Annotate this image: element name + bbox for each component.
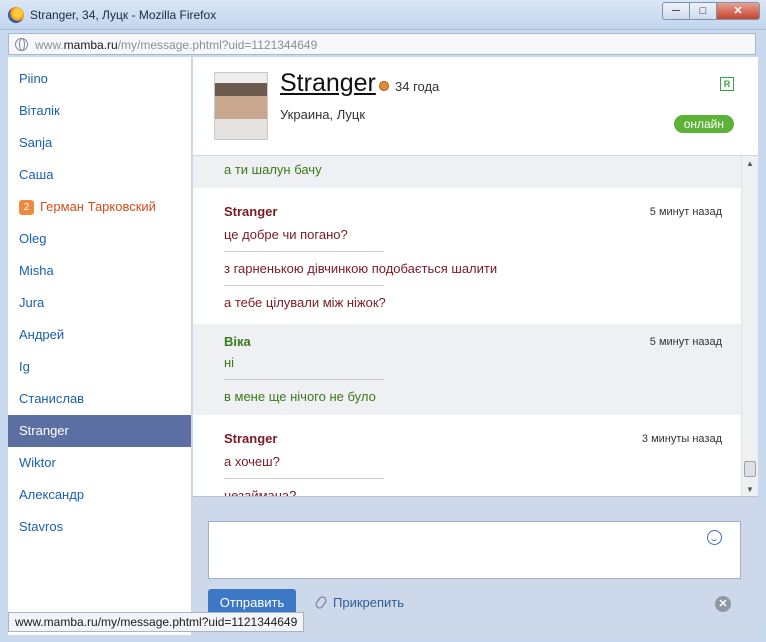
firefox-icon: [8, 7, 24, 23]
close-window-button[interactable]: ✕: [716, 2, 760, 20]
message-text: а хочеш?: [224, 445, 384, 479]
message-list[interactable]: а ти шалун бачу Stranger 5 минут назад ц…: [193, 155, 758, 497]
contact-label: Андрей: [19, 327, 65, 342]
message-scrollbar[interactable]: ▲ ▼: [741, 156, 758, 496]
message-text: ні: [224, 346, 384, 380]
status-badge: онлайн: [673, 115, 734, 133]
contact-item[interactable]: Oleg: [8, 223, 191, 255]
unread-badge: 2: [19, 200, 34, 215]
contact-item[interactable]: Wiktor: [8, 447, 191, 479]
message-time: 5 минут назад: [649, 206, 722, 218]
contact-item[interactable]: Андрей: [8, 319, 191, 351]
contact-label: Jura: [19, 295, 45, 310]
contact-item[interactable]: Віталік: [8, 95, 191, 127]
attach-label: Прикрепить: [333, 595, 405, 610]
url-prefix: www.: [35, 38, 64, 52]
contact-item[interactable]: Александр: [8, 479, 191, 511]
avatar[interactable]: [214, 72, 268, 140]
contact-label: Oleg: [19, 231, 47, 246]
scroll-down-arrow-icon[interactable]: ▼: [742, 482, 758, 496]
contact-label: Stranger: [19, 423, 69, 438]
message-block: Віка 5 минут назад ні в мене ще нічого н…: [193, 324, 758, 415]
profile-name-link[interactable]: Stranger: [280, 69, 376, 98]
contact-item[interactable]: Sanja: [8, 127, 191, 159]
url-text[interactable]: www.mamba.ru/my/message.phtml?uid=112134…: [35, 38, 317, 52]
contact-label: Александр: [19, 487, 85, 502]
contact-label: Саша: [19, 167, 54, 182]
contacts-sidebar: Piino Віталік Sanja Саша 2 Герман Тарковс…: [8, 57, 192, 635]
message-text: а ти шалун бачу: [224, 162, 322, 177]
contact-label: Sanja: [19, 135, 53, 150]
message-text: а тебе цілували між ніжок?: [224, 295, 386, 310]
window-titlebar: Stranger, 34, Луцк - Mozilla Firefox ─ □…: [0, 0, 766, 30]
contact-item[interactable]: Станислав: [8, 383, 191, 415]
maximize-button[interactable]: □: [689, 2, 717, 20]
url-domain: mamba.ru: [63, 38, 118, 52]
message-author[interactable]: Stranger: [224, 204, 277, 219]
address-bar[interactable]: www.mamba.ru/my/message.phtml?uid=112134…: [8, 33, 756, 55]
url-path: /my/message.phtml?uid=1121344649: [117, 38, 318, 52]
contact-item[interactable]: Jura: [8, 287, 191, 319]
message-text: це добре чи погано?: [224, 218, 384, 252]
contact-item[interactable]: Саша: [8, 159, 191, 191]
message-time: 3 минуты назад: [641, 433, 722, 445]
contact-label: Станислав: [19, 391, 85, 406]
message-text: незаймана?: [224, 488, 297, 497]
paperclip-icon: [313, 594, 329, 611]
contact-label: Wiktor: [19, 455, 56, 470]
contact-label: Piino: [19, 71, 48, 86]
message-block: а ти шалун бачу: [193, 156, 758, 188]
contact-label: Stavros: [19, 519, 64, 534]
contact-item[interactable]: Stavros: [8, 511, 191, 543]
contact-label: Герман Тарковский: [40, 199, 156, 214]
window-controls: ─ □ ✕: [662, 2, 760, 20]
contact-label: Віталік: [19, 103, 60, 118]
verified-icon: R: [720, 77, 734, 91]
message-block: Stranger 3 минуты назад а хочеш? незайма…: [193, 415, 758, 497]
contact-item-active[interactable]: Stranger: [8, 415, 191, 447]
close-icon[interactable]: ✕: [715, 596, 731, 612]
window-title: Stranger, 34, Луцк - Mozilla Firefox: [30, 8, 217, 22]
contact-item[interactable]: Ig: [8, 351, 191, 383]
smile-icon[interactable]: [707, 530, 722, 545]
zodiac-icon: [379, 81, 389, 91]
contact-item[interactable]: Piino: [8, 63, 191, 95]
message-text: в мене ще нічого не було: [224, 389, 376, 404]
message-block: Stranger 5 минут назад це добре чи поган…: [193, 188, 758, 324]
message-author[interactable]: Віка: [224, 334, 251, 349]
globe-icon: [15, 38, 28, 51]
message-author[interactable]: Stranger: [224, 431, 277, 446]
scroll-up-arrow-icon[interactable]: ▲: [742, 156, 758, 172]
contact-item[interactable]: 2 Герман Тарковский: [8, 191, 191, 223]
contact-item[interactable]: Misha: [8, 255, 191, 287]
scroll-thumb[interactable]: [744, 461, 756, 477]
conversation-panel: Stranger 34 года Украина, Луцк R онлайн …: [193, 57, 758, 635]
contact-label: Ig: [19, 359, 30, 374]
profile-age: 34 года: [395, 79, 440, 94]
message-input[interactable]: [208, 521, 741, 579]
minimize-button[interactable]: ─: [662, 2, 690, 20]
message-time: 5 минут назад: [649, 336, 722, 348]
profile-header: Stranger 34 года Украина, Луцк R онлайн: [193, 57, 758, 155]
attach-button[interactable]: Прикрепить: [313, 594, 405, 611]
profile-location: Украина, Луцк: [280, 107, 366, 122]
status-bar-url: www.mamba.ru/my/message.phtml?uid=112134…: [8, 612, 305, 632]
contact-label: Misha: [19, 263, 54, 278]
message-text: з гарненькою дівчинкою подобається шалит…: [224, 252, 497, 286]
